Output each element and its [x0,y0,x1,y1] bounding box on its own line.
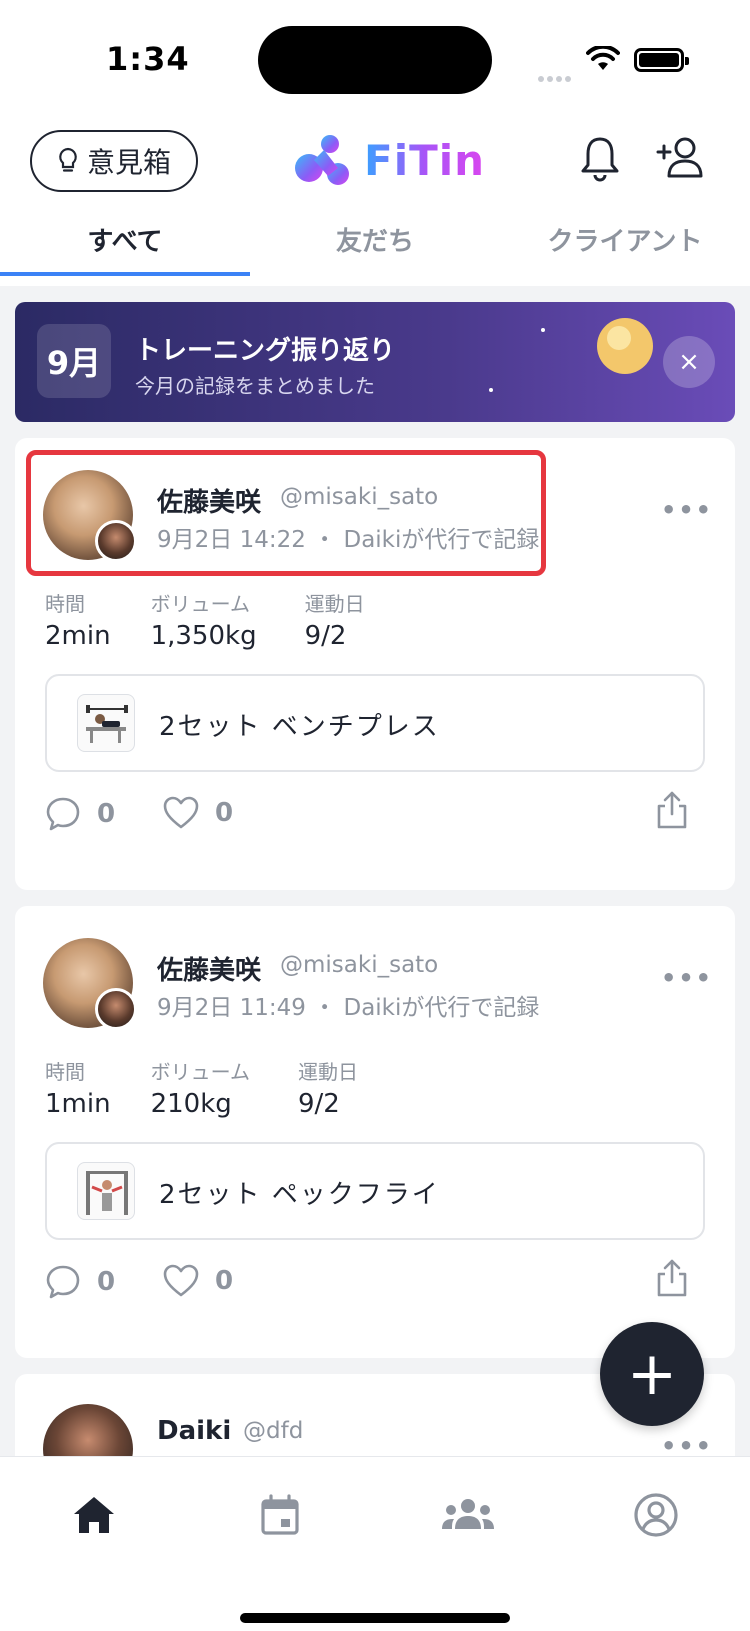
lightbulb-icon [59,147,77,172]
stat-value: 210kg [150,1089,232,1119]
like-button[interactable]: 0 [163,1264,233,1298]
add-workout-button[interactable]: + [600,1322,704,1426]
comment-count: 0 [97,799,116,829]
group-icon [442,1499,494,1529]
feed-tabs: すべて 友だち クライアント [0,210,750,286]
stat-value: 1,350kg [150,621,257,651]
profile-icon [634,1493,678,1537]
share-icon[interactable] [655,790,689,830]
moon-decoration [597,318,653,374]
stat-volume: ボリューム 1,350kg [151,588,257,651]
stat-time: 時間 1min [45,1056,111,1119]
proxy-recorder-avatar [95,988,137,1030]
nav-home[interactable] [64,1485,124,1545]
tab-all[interactable]: すべて [0,210,250,286]
bell-icon[interactable] [578,134,622,182]
workout-stats: 時間 1min ボリューム 210kg 運動日 9/2 [45,1056,398,1119]
share-icon[interactable] [655,1258,689,1298]
stat-label: 時間 [45,1060,85,1084]
stat-label: 運動日 [297,1060,358,1084]
star-decoration [489,388,493,392]
tab-clients[interactable]: クライアント [500,210,750,286]
wifi-icon [586,46,620,70]
battery-icon [634,48,689,72]
like-count: 0 [215,1266,234,1296]
banner-close-button[interactable]: × [663,336,715,388]
nav-profile[interactable] [626,1485,686,1545]
status-bar: 1:34 [0,0,750,110]
stat-value: 9/2 [297,1089,340,1119]
stat-value: 2min [45,621,111,651]
home-indicator [240,1613,510,1623]
bench-press-icon [77,694,135,752]
dynamic-island [258,26,492,94]
logo-text: FiTin [364,135,486,185]
highlight-box [26,450,546,576]
comment-icon [46,797,80,831]
star-decoration [541,328,545,332]
workout-stats: 時間 2min ボリューム 1,350kg 運動日 9/2 [45,588,405,651]
stat-value: 9/2 [304,621,347,651]
pec-fly-machine-icon [77,1162,135,1220]
comment-icon [46,1265,80,1299]
like-button[interactable]: 0 [163,796,233,830]
stat-time: 時間 2min [45,588,111,651]
app-header: 意見箱 FiTin [0,110,750,210]
stat-label: ボリューム [150,1060,250,1084]
training-review-banner[interactable]: 9月 トレーニング振り返り 今月の記録をまとめました × [15,302,735,422]
calendar-icon [261,1494,299,1535]
exercise-card[interactable]: 2セット ペックフライ [45,1142,705,1240]
status-time: 1:34 [106,40,190,78]
comment-button[interactable]: 0 [45,796,115,832]
stat-label: ボリューム [150,592,250,616]
exercise-summary: 2セット ペックフライ [159,1180,440,1210]
signal-icon [538,67,574,86]
stat-value: 1min [45,1089,111,1119]
more-options-icon[interactable]: ••• [661,496,713,524]
fitin-logo-icon [295,135,349,185]
nav-community[interactable] [438,1485,498,1545]
add-friend-icon[interactable] [656,134,706,182]
exercise-summary: 2セット ベンチプレス [159,712,440,742]
banner-title: トレーニング振り返り [135,336,396,366]
app-logo: FiTin [294,132,485,188]
banner-month-badge: 9月 [37,324,111,398]
post-user-handle: @dfd [243,1418,304,1444]
like-count: 0 [215,798,234,828]
stat-volume: ボリューム 210kg [151,1056,250,1119]
nav-calendar[interactable] [250,1485,310,1545]
heart-icon [163,1264,199,1297]
tab-friends[interactable]: 友だち [250,210,500,286]
feedback-button[interactable]: 意見箱 [30,130,198,192]
comment-count: 0 [97,1267,116,1297]
more-options-icon[interactable]: ••• [661,964,713,992]
banner-subtitle: 今月の記録をまとめました [135,374,375,398]
stat-label: 運動日 [304,592,365,616]
post-actions: 0 0 [45,1258,705,1308]
comment-button[interactable]: 0 [45,1264,115,1300]
post-user-name[interactable]: Daiki [157,1416,231,1446]
stat-label: 時間 [45,592,85,616]
feedback-label: 意見箱 [86,146,171,179]
heart-icon [163,796,199,829]
stat-date: 運動日 9/2 [305,588,365,651]
post-user-name[interactable]: 佐藤美咲 [157,950,261,987]
stat-date: 運動日 9/2 [298,1056,358,1119]
feed-post: 佐藤美咲 @misaki_sato 9月2日 11:49 ・ Daikiが代行で… [15,906,735,1358]
post-meta: 9月2日 11:49 ・ Daikiが代行で記録 [157,995,540,1021]
home-icon [74,1497,114,1533]
exercise-card[interactable]: 2セット ベンチプレス [45,674,705,772]
bottom-navigation [0,1456,750,1631]
post-actions: 0 0 [45,790,705,840]
post-user-handle: @misaki_sato [280,952,439,978]
